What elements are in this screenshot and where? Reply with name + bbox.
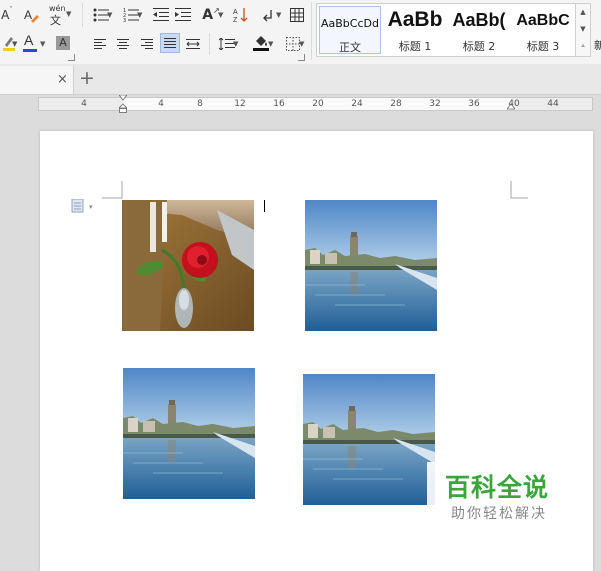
river-landscape-image[interactable]	[123, 368, 255, 499]
distribute-button[interactable]	[184, 34, 202, 54]
indent-icon	[175, 8, 191, 21]
table-icon	[290, 8, 304, 22]
paragraph-layout-icon[interactable]: ▾	[71, 198, 97, 217]
left-indent-marker[interactable]	[119, 95, 127, 113]
style-normal[interactable]: AaBbCcDd 正文	[319, 6, 381, 54]
highlight-swatch	[3, 48, 15, 51]
paragraph-mark-button[interactable]: ▼	[256, 5, 282, 25]
watermark-subtitle: 助你轻松解决	[451, 506, 547, 522]
shading-fill-button[interactable]: ▼	[246, 33, 276, 53]
style-heading-2[interactable]: AaBb( 标题 2	[448, 6, 510, 54]
scroll-down-icon[interactable]: ▼	[576, 21, 590, 38]
right-indent-marker[interactable]	[507, 95, 515, 113]
plus-icon[interactable]: +	[79, 67, 95, 89]
border-icon	[286, 37, 300, 51]
ruler-tick: 28	[390, 99, 402, 109]
font-color-swatch	[23, 49, 37, 52]
numbering-button[interactable]: 123 ▼	[118, 5, 144, 25]
crop-mark-top-left	[102, 181, 123, 199]
svg-text:▾: ▾	[89, 203, 93, 211]
increase-indent-button[interactable]	[174, 5, 192, 25]
align-right-button[interactable]	[139, 34, 155, 54]
ruler-tick: 24	[351, 99, 363, 109]
rose-vase-image[interactable]	[122, 200, 254, 331]
styles-gallery: AaBbCcDd 正文 AaBb 标题 1 AaBb( 标题 2 AaBbC 标…	[316, 3, 582, 57]
decrease-indent-button[interactable]	[152, 5, 170, 25]
ribbon-toolbar: Aˇ A wén 文 ▼ ▼ 123 ▼ A ↗ ▼ AZ ▼ ▼ A ▼ A …	[0, 0, 601, 65]
outdent-icon	[153, 8, 169, 21]
font-size-decrease-button[interactable]: Aˇ	[0, 5, 14, 25]
horizontal-ruler[interactable]: 4 4 8 12 16 20 24 28 32 36 40 44	[38, 95, 593, 113]
align-center-button[interactable]	[115, 34, 131, 54]
separator	[311, 2, 312, 60]
paragraph-mark-icon	[263, 10, 272, 22]
crop-mark-top-right	[510, 181, 528, 199]
justify-button[interactable]	[160, 33, 180, 53]
eraser-icon: A	[24, 8, 39, 23]
font-dialog-launcher[interactable]	[68, 54, 75, 61]
ruler-tick: 20	[312, 99, 324, 109]
text-effect-button[interactable]: A ↗ ▼	[198, 5, 224, 25]
watermark-title: 百科全说	[445, 473, 550, 502]
align-left-icon	[94, 38, 106, 49]
ruler-tick: 8	[197, 99, 203, 109]
align-center-icon	[117, 38, 129, 49]
font-color-button[interactable]: A ▼	[22, 32, 48, 53]
new-style-label[interactable]: 新	[594, 37, 601, 53]
table-button[interactable]	[288, 5, 306, 25]
ruler-tick: 12	[234, 99, 246, 109]
justify-icon	[164, 37, 176, 48]
fill-bucket-icon	[253, 36, 269, 51]
svg-text:A: A	[24, 8, 32, 22]
style-heading-3[interactable]: AaBbC 标题 3	[512, 6, 574, 54]
bullets-button[interactable]: ▼	[88, 5, 114, 25]
clear-format-button[interactable]: A	[22, 5, 40, 25]
scroll-up-icon[interactable]: ▲	[576, 4, 590, 21]
river-landscape-image[interactable]	[303, 374, 435, 505]
document-tab[interactable]: ×	[0, 66, 74, 94]
separator	[82, 3, 83, 27]
sort-icon: AZ	[233, 8, 248, 23]
highlight-color-button[interactable]: ▼	[0, 33, 18, 53]
pinyin-guide-button[interactable]: wén 文 ▼	[46, 4, 72, 27]
gallery-more-icon[interactable]: ⩡	[576, 38, 590, 55]
style-heading-1[interactable]: AaBb 标题 1	[384, 6, 446, 54]
line-spacing-button[interactable]: ▼	[214, 34, 240, 54]
watermark-logo: 百科全说 助你轻松解决	[427, 462, 579, 530]
ruler-tick: 36	[468, 99, 480, 109]
styles-gallery-scroll[interactable]: ▲ ▼ ⩡	[575, 3, 591, 57]
text-cursor	[264, 200, 265, 212]
ruler-tick: 32	[429, 99, 441, 109]
svg-text:A: A	[233, 9, 238, 16]
document-tab-bar: × +	[0, 64, 601, 95]
ruler-tick: 4	[158, 99, 164, 109]
ruler-tick: 44	[547, 99, 559, 109]
align-left-button[interactable]	[92, 34, 108, 54]
paragraph-dialog-launcher[interactable]	[298, 54, 305, 61]
align-right-icon	[141, 38, 153, 49]
char-shading-button[interactable]: A	[54, 33, 72, 53]
separator	[209, 33, 210, 55]
close-icon[interactable]: ×	[57, 72, 68, 87]
sort-button[interactable]: AZ	[232, 5, 250, 25]
ruler-tick: 4	[81, 99, 87, 109]
distribute-icon	[186, 38, 200, 49]
border-button[interactable]: ▼	[280, 34, 306, 54]
svg-text:3: 3	[123, 18, 126, 22]
svg-text:Z: Z	[233, 17, 238, 23]
ruler-tick: 16	[273, 99, 285, 109]
river-landscape-image[interactable]	[305, 200, 437, 331]
